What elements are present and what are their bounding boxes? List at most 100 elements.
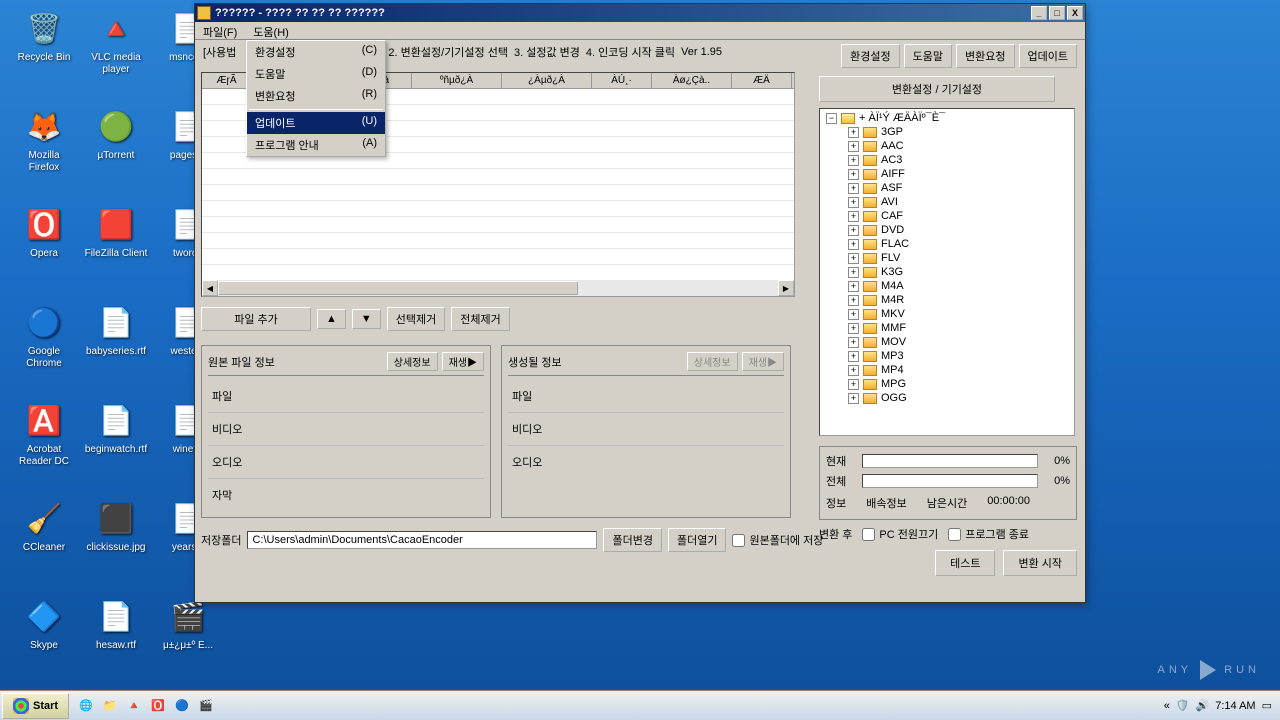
help-button[interactable]: 도움말 [904, 44, 952, 68]
expand-icon[interactable]: + [848, 155, 859, 166]
desktop-icon[interactable]: 🔵Google Chrome [12, 302, 76, 370]
expand-icon[interactable]: + [848, 211, 859, 222]
output-play-button[interactable]: 재생▶ [742, 352, 784, 371]
start-button[interactable]: Start [2, 693, 69, 719]
menu-item[interactable]: 도움말(D) [247, 63, 385, 85]
tree-item[interactable]: +OGG [822, 391, 1072, 405]
tree-item[interactable]: +K3G [822, 265, 1072, 279]
move-up-button[interactable]: ▲ [317, 309, 346, 329]
remove-all-button[interactable]: 전체제거 [451, 307, 509, 331]
expand-icon[interactable]: + [848, 169, 859, 180]
desktop-icon[interactable]: 🟢µTorrent [84, 106, 148, 162]
desktop-icon[interactable]: 🅾️Opera [12, 204, 76, 260]
grid-column-header[interactable]: ÆɼÃ [202, 73, 252, 88]
expand-icon[interactable]: + [848, 295, 859, 306]
scroll-left-icon[interactable]: ◀ [202, 280, 218, 296]
expand-icon[interactable]: + [848, 239, 859, 250]
collapse-icon[interactable]: − [826, 113, 837, 124]
desktop-icon[interactable]: 🅰️Acrobat Reader DC [12, 400, 76, 468]
tree-item[interactable]: +AC3 [822, 153, 1072, 167]
desktop-icon[interactable]: 🎬μ±¿μ±º E... [156, 596, 220, 652]
tree-item[interactable]: +MMF [822, 321, 1072, 335]
grid-hscroll[interactable]: ◀ ▶ [202, 280, 794, 296]
desktop-icon[interactable]: 🟥FileZilla Client [84, 204, 148, 260]
opera-icon[interactable]: 🅾️ [147, 695, 169, 717]
expand-icon[interactable]: + [848, 379, 859, 390]
minimize-button[interactable]: _ [1031, 6, 1047, 20]
exit-checkbox[interactable] [948, 528, 961, 541]
save-original-checkbox[interactable] [732, 534, 745, 547]
tree-item[interactable]: +FLAC [822, 237, 1072, 251]
tree-item[interactable]: +DVD [822, 223, 1072, 237]
move-down-button[interactable]: ▼ [352, 309, 381, 329]
conversion-settings-header[interactable]: 변환설정 / 기기설정 [819, 76, 1055, 102]
shutdown-checkbox[interactable] [862, 528, 875, 541]
tree-item[interactable]: +AIFF [822, 167, 1072, 181]
menu-item[interactable]: 프로그램 안내(A) [247, 134, 385, 156]
tree-item[interactable]: +AVI [822, 195, 1072, 209]
tree-item[interactable]: +FLV [822, 251, 1072, 265]
tray-expand-icon[interactable]: « [1164, 700, 1170, 712]
expand-icon[interactable]: + [848, 267, 859, 278]
app-taskbar-icon[interactable]: 🎬 [195, 695, 217, 717]
expand-icon[interactable]: + [848, 141, 859, 152]
tree-item[interactable]: +AAC [822, 139, 1072, 153]
tray-clock[interactable]: 7:14 AM [1215, 700, 1255, 712]
grid-column-header[interactable]: ÀÚ¸· [592, 73, 652, 88]
expand-icon[interactable]: + [848, 197, 859, 208]
expand-icon[interactable]: + [848, 309, 859, 320]
tree-item[interactable]: +MP4 [822, 363, 1072, 377]
start-conversion-button[interactable]: 변환 시작 [1003, 550, 1077, 576]
format-tree[interactable]: − + ÀÏ¹Ý ÆÄÀÏº¯È¯ +3GP+AAC+AC3+AIFF+ASF+… [819, 108, 1075, 436]
desktop-icon[interactable]: 📄beginwatch.rtf [84, 400, 148, 456]
menu-item[interactable]: 변환요청(R) [247, 85, 385, 107]
output-detail-button[interactable]: 상세정보 [687, 352, 738, 371]
tree-item[interactable]: +MPG [822, 377, 1072, 391]
close-button[interactable]: X [1067, 6, 1083, 20]
tree-item[interactable]: +M4R [822, 293, 1072, 307]
source-play-button[interactable]: 재생▶ [442, 352, 484, 371]
tree-item[interactable]: +MP3 [822, 349, 1072, 363]
expand-icon[interactable]: + [848, 253, 859, 264]
tray-security-icon[interactable]: 🛡️ [1176, 699, 1190, 712]
menu-help[interactable]: 도움(H) [245, 22, 297, 39]
chrome-icon[interactable]: 🔵 [171, 695, 193, 717]
expand-icon[interactable]: + [848, 127, 859, 138]
menu-file[interactable]: 파일(F) [195, 22, 245, 39]
open-folder-button[interactable]: 폴더열기 [668, 528, 726, 552]
grid-column-header[interactable]: ÆÄ [732, 73, 792, 88]
desktop-icon[interactable]: 🗑️Recycle Bin [12, 8, 76, 64]
titlebar[interactable]: ?????? - ???? ?? ?? ?? ?????? _ □ X [195, 4, 1085, 22]
grid-column-header[interactable]: ¿Àµð¿À [502, 73, 592, 88]
tray-show-desktop[interactable]: ▭ [1262, 699, 1272, 712]
remove-selected-button[interactable]: 선택제거 [387, 307, 445, 331]
desktop-icon[interactable]: 📄hesaw.rtf [84, 596, 148, 652]
explorer-icon[interactable]: 📁 [99, 695, 121, 717]
save-folder-input[interactable] [247, 531, 597, 549]
tree-root[interactable]: − + ÀÏ¹Ý ÆÄÀÏº¯È¯ [822, 111, 1072, 125]
expand-icon[interactable]: + [848, 225, 859, 236]
tree-item[interactable]: +ASF [822, 181, 1072, 195]
desktop-icon[interactable]: ⬛clickissue.jpg [84, 498, 148, 554]
scroll-track[interactable] [218, 280, 778, 296]
desktop-icon[interactable]: 🔷Skype [12, 596, 76, 652]
tree-item[interactable]: +3GP [822, 125, 1072, 139]
grid-column-header[interactable]: ºñµð¿À [412, 73, 502, 88]
source-detail-button[interactable]: 상세정보 [387, 352, 438, 371]
expand-icon[interactable]: + [848, 351, 859, 362]
expand-icon[interactable]: + [848, 323, 859, 334]
tree-item[interactable]: +MKV [822, 307, 1072, 321]
grid-column-header[interactable]: Àø¿Çà.. [652, 73, 732, 88]
scroll-thumb[interactable] [218, 281, 578, 295]
update-button[interactable]: 업데이트 [1019, 44, 1077, 68]
add-file-button[interactable]: 파일 추가 [201, 307, 311, 331]
change-folder-button[interactable]: 폴더변경 [603, 528, 661, 552]
settings-button[interactable]: 환경설정 [841, 44, 899, 68]
expand-icon[interactable]: + [848, 393, 859, 404]
test-button[interactable]: 테스트 [935, 550, 995, 576]
tree-item[interactable]: +CAF [822, 209, 1072, 223]
menu-item[interactable]: 업데이트(U) [247, 112, 385, 134]
desktop-icon[interactable]: 📄babyseries.rtf [84, 302, 148, 358]
menu-item[interactable]: 환경설정(C) [247, 41, 385, 63]
expand-icon[interactable]: + [848, 281, 859, 292]
